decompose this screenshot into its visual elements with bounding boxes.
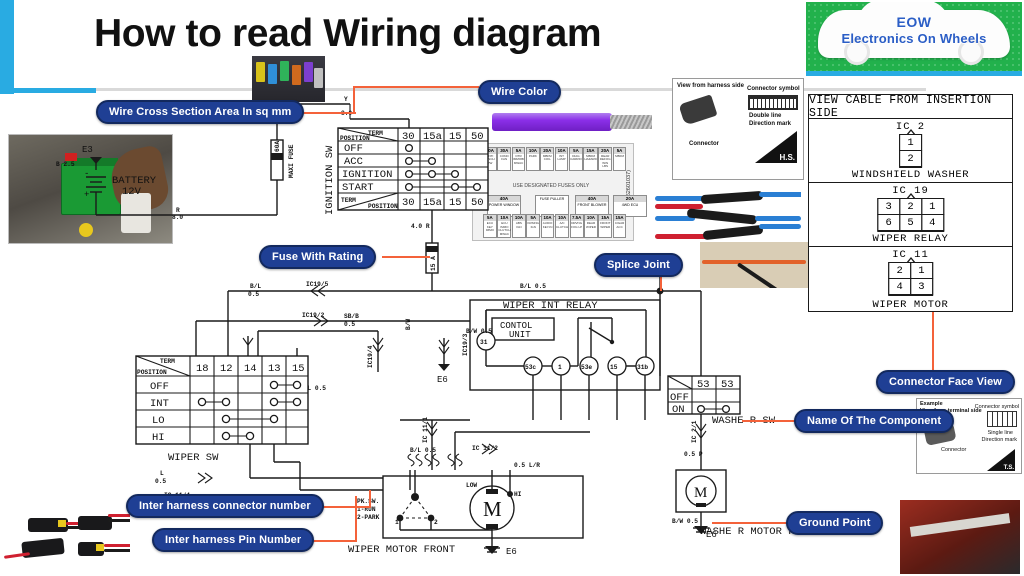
callout-inter-harness-connector-number[interactable]: Inter harness connector number <box>126 494 324 518</box>
slide-canvas: How to read Wiring diagram EOW Electroni… <box>0 0 1024 576</box>
leader-wire-color-v <box>353 86 355 112</box>
svg-text:IC19/4: IC19/4 <box>367 345 374 368</box>
svg-text:53: 53 <box>721 379 734 391</box>
svg-text:IC19/3: IC19/3 <box>462 333 469 356</box>
svg-text:L: L <box>160 470 164 477</box>
svg-text:53c: 53c <box>525 364 536 371</box>
svg-text:WIPER MOTOR FRONT: WIPER MOTOR FRONT <box>348 544 455 556</box>
svg-text:53e: 53e <box>581 364 592 371</box>
svg-text:50: 50 <box>471 131 484 143</box>
svg-text:B/L 0.5: B/L 0.5 <box>520 283 546 290</box>
svg-text:15a: 15a <box>423 131 442 143</box>
svg-text:0.5: 0.5 <box>248 291 259 298</box>
svg-text:13: 13 <box>268 363 281 375</box>
svg-text:IGNITION SW: IGNITION SW <box>324 145 336 215</box>
svg-text:B/L 0.5: B/L 0.5 <box>410 447 436 454</box>
svg-text:B/W: B/W <box>405 319 412 330</box>
svg-text:30: 30 <box>402 131 415 143</box>
svg-text:OFF: OFF <box>670 392 689 404</box>
callout-splice-joint[interactable]: Splice Joint <box>594 253 683 277</box>
leader-harness-connector <box>318 506 370 508</box>
svg-text:12V: 12V <box>122 186 142 198</box>
svg-text:15 A: 15 A <box>430 256 437 271</box>
callout-connector-face-view[interactable]: Connector Face View <box>876 370 1015 394</box>
leader-connector-face-v <box>932 312 934 370</box>
svg-text:1: 1 <box>395 519 399 526</box>
leader-fuse-rating <box>382 256 430 258</box>
svg-text:-: - <box>84 169 89 179</box>
svg-text:WIPER SW: WIPER SW <box>168 452 219 464</box>
svg-text:2-PARK: 2-PARK <box>357 514 380 521</box>
svg-text:31: 31 <box>480 339 488 346</box>
callout-name-of-component[interactable]: Name Of The Component <box>794 409 955 433</box>
svg-text:53: 53 <box>697 379 710 391</box>
svg-text:30: 30 <box>402 197 415 209</box>
svg-text:15: 15 <box>449 197 462 209</box>
svg-text:LOW: LOW <box>466 482 477 489</box>
leader-name-component <box>742 420 796 422</box>
svg-text:M: M <box>694 485 707 501</box>
svg-text:14: 14 <box>244 363 257 375</box>
svg-text:15a: 15a <box>423 197 442 209</box>
svg-text:8.0: 8.0 <box>172 214 183 221</box>
svg-text:SB/B: SB/B <box>344 313 359 320</box>
svg-text:E3: E3 <box>82 145 93 155</box>
callout-ground-point[interactable]: Ground Point <box>786 511 884 535</box>
svg-text:2: 2 <box>434 519 438 526</box>
callout-wire-cross-section[interactable]: Wire Cross Section Area In sq mm <box>96 100 305 124</box>
callout-inter-harness-pin-number[interactable]: Inter harness Pin Number <box>152 528 315 552</box>
svg-text:ACC: ACC <box>344 156 363 168</box>
svg-text:0.5 P: 0.5 P <box>684 451 703 458</box>
svg-text:E6: E6 <box>437 375 448 385</box>
svg-text:0.5: 0.5 <box>155 478 166 485</box>
svg-text:12: 12 <box>220 363 233 375</box>
svg-text:POSITION: POSITION <box>340 135 370 142</box>
svg-text:UNIT: UNIT <box>509 330 531 340</box>
svg-text:18: 18 <box>196 363 209 375</box>
svg-text:R: R <box>176 207 180 214</box>
svg-text:OFF: OFF <box>344 143 363 155</box>
svg-text:B 2.5: B 2.5 <box>56 161 75 168</box>
svg-text:POSITION: POSITION <box>368 203 398 210</box>
svg-text:15: 15 <box>610 364 618 371</box>
svg-text:ON: ON <box>672 404 685 416</box>
svg-text:B/W 0.5: B/W 0.5 <box>466 328 492 335</box>
svg-text:TERM: TERM <box>160 358 175 365</box>
callout-wire-color[interactable]: Wire Color <box>478 80 561 104</box>
svg-text:4.0 R: 4.0 R <box>411 223 430 230</box>
svg-text:LO: LO <box>152 415 165 427</box>
svg-text:15: 15 <box>449 131 462 143</box>
svg-text:15: 15 <box>292 363 305 375</box>
svg-text:B/W 0.5: B/W 0.5 <box>672 518 698 525</box>
svg-text:Y: Y <box>344 96 348 103</box>
leader-harness-connector-v <box>369 490 371 508</box>
leader-wire-color <box>353 86 479 88</box>
svg-text:50: 50 <box>471 197 484 209</box>
svg-text:M: M <box>483 497 502 521</box>
svg-text:IGNITION: IGNITION <box>342 169 392 181</box>
svg-text:START: START <box>342 182 374 194</box>
leader-harness-pin-v <box>355 496 357 542</box>
svg-text:E6: E6 <box>506 547 517 557</box>
svg-text:TERM: TERM <box>368 130 383 137</box>
svg-text:31b: 31b <box>637 364 648 371</box>
svg-text:HI: HI <box>514 491 522 498</box>
svg-text:+: + <box>84 190 89 200</box>
svg-text:OFF: OFF <box>150 381 169 393</box>
svg-text:TERM: TERM <box>341 197 356 204</box>
leader-ground-point <box>712 522 788 524</box>
svg-text:MAXI FUSE: MAXI FUSE <box>288 144 295 178</box>
svg-text:0.5: 0.5 <box>344 321 355 328</box>
svg-text:60A: 60A <box>274 141 281 152</box>
svg-text:0.5 L/R: 0.5 L/R <box>514 462 540 469</box>
svg-text:POSITION: POSITION <box>137 369 167 376</box>
svg-text:B/L: B/L <box>250 283 261 290</box>
svg-text:1: 1 <box>558 364 562 371</box>
svg-text:INT: INT <box>150 398 169 410</box>
callout-fuse-with-rating[interactable]: Fuse With Rating <box>259 245 377 269</box>
svg-text:IC19/2: IC19/2 <box>302 312 325 319</box>
svg-text:HI: HI <box>152 432 165 444</box>
